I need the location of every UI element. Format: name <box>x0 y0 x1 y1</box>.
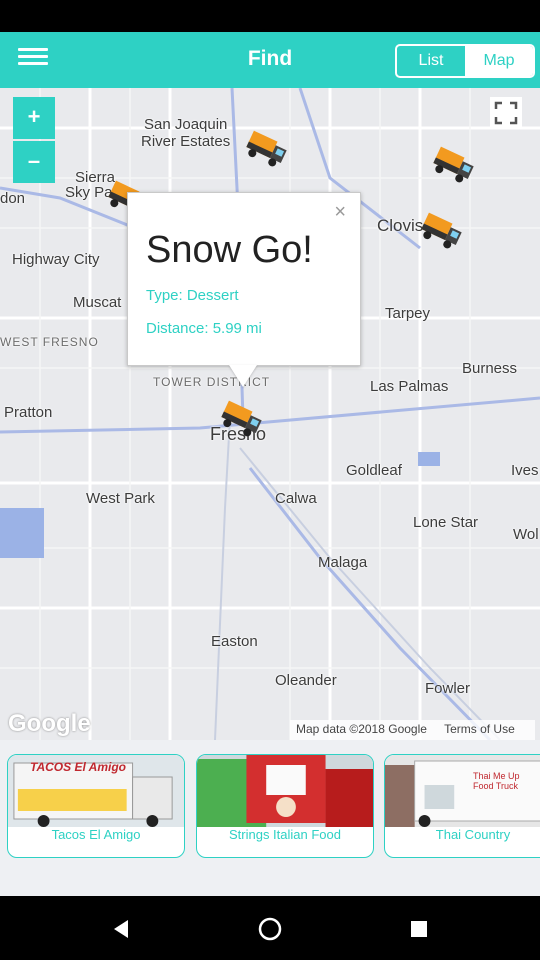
status-bar <box>0 0 540 32</box>
place-label: Muscat <box>73 294 122 311</box>
place-label: Calwa <box>275 490 317 507</box>
truck-card[interactable]: Thai Me Up Food Truck Thai Country <box>384 754 540 858</box>
place-label: Wol <box>513 526 539 543</box>
place-label: Ives <box>511 462 539 479</box>
truck-card[interactable]: Strings Italian Food <box>196 754 374 858</box>
tab-map[interactable]: Map <box>465 46 533 76</box>
app-bar: Find List Map <box>0 32 540 88</box>
home-icon[interactable] <box>255 914 285 944</box>
popup-close-button[interactable]: × <box>334 201 346 224</box>
place-label: Malaga <box>318 554 368 571</box>
truck-sign-text: Thai Me Up Food Truck <box>473 771 520 791</box>
tab-list[interactable]: List <box>397 46 465 76</box>
truck-card-name: Thai Country <box>435 827 511 842</box>
place-label: don <box>0 190 26 207</box>
place-label: Burness <box>462 360 518 377</box>
place-label: Pratton <box>4 404 53 421</box>
system-nav-bar <box>0 896 540 960</box>
place-label: Tarpey <box>385 305 431 322</box>
popup-type: Type: Dessert <box>146 287 239 304</box>
popup-pointer <box>229 365 257 387</box>
food-truck-marker-icon[interactable] <box>430 146 478 186</box>
place-label: Oleander <box>275 672 337 689</box>
district-label: WEST FRESNO <box>0 335 99 349</box>
google-logo: Google <box>8 710 91 737</box>
zoom-out-button[interactable]: – <box>13 141 55 183</box>
place-label: Highway City <box>12 251 100 268</box>
place-label: Las Palmas <box>370 378 449 395</box>
terms-of-use-link[interactable]: Terms of Use <box>444 722 515 736</box>
truck-card[interactable]: TACOS El Amigo Tacos El Amigo <box>7 754 185 858</box>
zoom-in-button[interactable]: + <box>13 97 55 139</box>
place-label: West Park <box>86 490 155 507</box>
truck-photo <box>385 755 540 827</box>
place-label: Easton <box>211 633 258 650</box>
truck-info-popup: × Snow Go! Type: Dessert Distance: 5.99 … <box>127 192 361 366</box>
place-label: San Joaquin <box>144 116 228 133</box>
truck-carousel[interactable]: TACOS El Amigo Tacos El Amigo Strings It… <box>0 740 540 896</box>
food-truck-marker-icon[interactable] <box>218 400 266 440</box>
food-truck-marker-icon[interactable] <box>418 212 466 252</box>
truck-photo <box>197 755 373 827</box>
recents-icon[interactable] <box>404 914 434 944</box>
back-icon[interactable] <box>106 914 136 944</box>
place-label: Lone Star <box>413 514 479 531</box>
truck-card-name: Strings Italian Food <box>228 827 341 842</box>
fullscreen-icon <box>494 101 518 125</box>
food-truck-marker-icon[interactable] <box>243 130 291 170</box>
view-toggle: List Map <box>395 44 535 78</box>
place-label: River Estates <box>141 133 231 150</box>
map-attribution: Map data ©2018 Google Terms of Use <box>290 720 535 740</box>
popup-distance: Distance: 5.99 mi <box>146 320 262 337</box>
truck-sign-text: TACOS El Amigo <box>30 760 126 774</box>
map-view[interactable]: San Joaquin River Estates Sierra Sky Pa … <box>0 88 540 740</box>
place-label: Goldleaf <box>346 462 402 479</box>
place-label: Fowler <box>425 680 471 697</box>
popup-title: Snow Go! <box>146 229 313 271</box>
truck-card-name: Tacos El Amigo <box>51 827 141 842</box>
fullscreen-button[interactable] <box>490 97 522 129</box>
map-data-credit: Map data ©2018 Google <box>296 722 427 736</box>
place-label: Clovis <box>377 216 424 235</box>
